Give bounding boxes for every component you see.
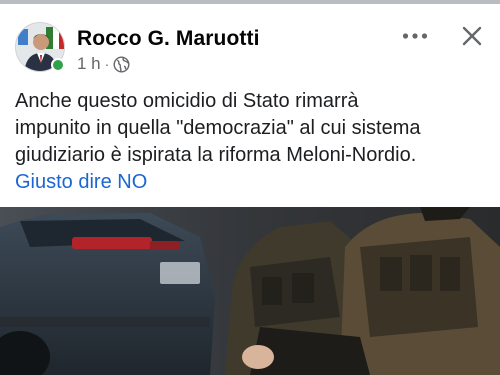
online-status-indicator [51, 58, 65, 72]
top-divider [0, 0, 500, 4]
post-meta: 1 h · [77, 54, 130, 74]
post-link[interactable]: Giusto dire NO [15, 169, 497, 196]
more-horizontal-icon [402, 33, 428, 39]
post-body: Anche questo omicidio di Stato rimarrà i… [15, 88, 497, 196]
post-text-line: impunito in quella "democrazia" al cui s… [15, 117, 421, 139]
meta-separator: · [104, 56, 110, 72]
close-icon [462, 26, 482, 46]
author-name[interactable]: Rocco G. Maruotti [77, 27, 260, 51]
more-options-button[interactable] [398, 22, 432, 50]
close-button[interactable] [456, 20, 488, 52]
post-image[interactable] [0, 207, 500, 375]
post-text-line: giudiziario è ispirata la riforma Meloni… [15, 144, 417, 166]
post-time[interactable]: 1 h [77, 54, 101, 74]
post-text-line: Anche questo omicidio di Stato rimarrà [15, 90, 359, 112]
globe-icon[interactable] [113, 55, 130, 73]
